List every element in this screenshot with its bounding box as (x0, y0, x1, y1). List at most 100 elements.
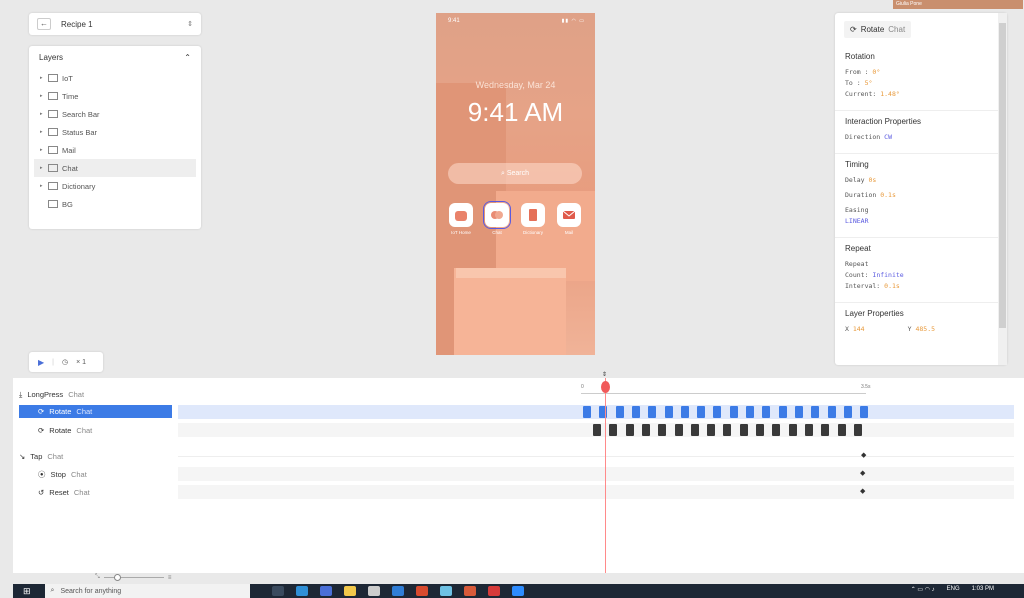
count-value[interactable]: Infinite (872, 271, 903, 279)
back-arrow-icon[interactable]: ← (37, 18, 51, 30)
rotate-segment[interactable] (804, 424, 813, 436)
rotate-segment[interactable] (723, 424, 732, 436)
app-chat[interactable]: Chat (483, 201, 511, 235)
expand-icon[interactable]: ▸ (40, 183, 48, 189)
rotate-segment[interactable] (625, 424, 634, 436)
app-mail[interactable]: Mail (557, 203, 581, 235)
rotate-segment[interactable] (778, 406, 787, 418)
layer-item-iot[interactable]: ▸ IoT (34, 69, 196, 87)
expand-icon[interactable]: ▸ (40, 147, 48, 153)
keyframe-diamond[interactable]: ◆ (860, 487, 865, 495)
rotate-segment[interactable] (615, 406, 624, 418)
powerpoint-icon[interactable] (463, 586, 476, 596)
chrome-icon[interactable] (319, 586, 332, 596)
app-dictionary[interactable]: Dictionary (521, 203, 545, 235)
lane-reset[interactable] (178, 485, 1014, 499)
browser-icon[interactable] (439, 586, 452, 596)
taskbar-search[interactable]: ⌕ Search for anything (44, 584, 250, 598)
rotate-segment[interactable] (762, 406, 771, 418)
expand-icon[interactable]: ▸ (40, 93, 48, 99)
language-indicator[interactable]: ENG (947, 586, 960, 593)
repeat-count[interactable]: × 1 (76, 359, 86, 366)
rotate-segment[interactable] (837, 424, 846, 436)
recipe-selector[interactable]: ← Recipe 1 ⇕ (29, 13, 201, 35)
x-value[interactable]: 144 (853, 325, 865, 333)
rotate-segment[interactable] (821, 424, 830, 436)
rotate-segment[interactable] (674, 424, 683, 436)
rotate-segment[interactable] (593, 424, 601, 436)
app-iot-home[interactable]: IoT Home (449, 203, 473, 235)
rotate-segment[interactable] (756, 424, 764, 436)
duration-value[interactable]: 0.1s (880, 191, 896, 199)
direction-value[interactable]: CW (884, 133, 892, 141)
rotate-segment[interactable] (648, 406, 657, 418)
rotate-segment[interactable] (713, 406, 722, 418)
store-icon[interactable] (367, 586, 380, 596)
track-rotate[interactable]: ⟳ Rotate Chat (38, 424, 92, 437)
rotate-segment[interactable] (697, 406, 706, 418)
lane-stop[interactable] (178, 467, 1014, 481)
zoom-slider-knob[interactable] (113, 574, 121, 581)
expand-icon[interactable]: ▸ (40, 129, 48, 135)
track-longpress[interactable]: ⤓ LongPress Chat (19, 388, 84, 401)
layer-item-search-bar[interactable]: ▸ Search Bar (34, 105, 196, 123)
phone-search-bar[interactable]: ⌕ Search (448, 163, 582, 184)
track-reset[interactable]: ↺ Reset Chat (38, 486, 90, 499)
rotate-segment[interactable] (583, 406, 591, 418)
office-icon[interactable] (415, 586, 428, 596)
rotate-segment[interactable] (658, 424, 667, 436)
rotate-segment[interactable] (860, 406, 869, 418)
folder-icon[interactable] (343, 586, 356, 596)
zoom-in-icon[interactable]: ≡ (168, 575, 172, 581)
interval-value[interactable]: 0.1s (884, 282, 900, 290)
rotate-segment[interactable] (707, 424, 716, 436)
zoom-app-icon[interactable] (511, 586, 524, 596)
rotate-segment[interactable] (788, 424, 797, 436)
layer-item-bg[interactable]: BG (34, 195, 196, 213)
easing-value[interactable]: LINEAR (845, 217, 868, 225)
rotate-segment[interactable] (827, 406, 836, 418)
rotate-segment[interactable] (680, 406, 689, 418)
keyframe-diamond[interactable]: ◆ (860, 469, 865, 477)
expand-icon[interactable]: ▸ (40, 75, 48, 81)
play-icon[interactable]: ▶ (38, 358, 44, 367)
rotate-segment[interactable] (631, 406, 640, 418)
layer-item-chat[interactable]: ▸ Chat (34, 159, 196, 177)
acrobat-icon[interactable] (487, 586, 500, 596)
rotation-from[interactable]: 0° (872, 68, 880, 76)
rotate-segment[interactable] (853, 424, 862, 436)
rotate-segment[interactable] (746, 406, 754, 418)
taskbar-clock[interactable]: 1:03 PM (972, 586, 994, 593)
expand-icon[interactable]: ▸ (40, 111, 48, 117)
zoom-slider[interactable] (103, 574, 164, 581)
lane-rotate-2[interactable] (178, 423, 1014, 437)
rotate-segment[interactable] (794, 406, 803, 418)
rotate-segment[interactable] (729, 406, 738, 418)
zoom-out-icon[interactable]: ⤡ (95, 574, 100, 581)
rotate-segment[interactable] (843, 406, 852, 418)
rotate-segment[interactable] (690, 424, 699, 436)
track-stop[interactable]: ⦿ Stop Chat (38, 468, 87, 481)
mail-icon[interactable] (391, 586, 404, 596)
rotate-segment[interactable] (641, 424, 650, 436)
rotate-segment[interactable] (739, 424, 748, 436)
rotation-current[interactable]: 1.48° (880, 90, 900, 98)
rotate-segment[interactable] (811, 406, 820, 418)
rotate-segment[interactable] (664, 406, 673, 418)
rotation-to[interactable]: 5° (865, 79, 873, 87)
updown-icon[interactable]: ⇕ (187, 20, 193, 28)
props-scrollbar[interactable] (998, 13, 1007, 365)
edge-icon[interactable] (295, 586, 308, 596)
lane-rotate-1[interactable] (178, 405, 1014, 419)
rotate-segment[interactable] (599, 406, 608, 418)
expand-icon[interactable]: ▸ (40, 165, 48, 171)
playhead-handle[interactable] (601, 381, 610, 393)
layer-item-time[interactable]: ▸ Time (34, 87, 196, 105)
layer-item-mail[interactable]: ▸ Mail (34, 141, 196, 159)
windows-start-icon[interactable]: ⊞ (23, 586, 31, 597)
tray-icons[interactable]: ⌃ ▭ ◠ ♪ (911, 586, 935, 593)
layer-item-dictionary[interactable]: ▸ Dictionary (34, 177, 196, 195)
y-value[interactable]: 485.5 (915, 325, 935, 333)
track-rotate-selected[interactable]: ⟳ Rotate Chat (19, 405, 172, 418)
keyframe-diamond[interactable]: ◆ (861, 451, 866, 459)
